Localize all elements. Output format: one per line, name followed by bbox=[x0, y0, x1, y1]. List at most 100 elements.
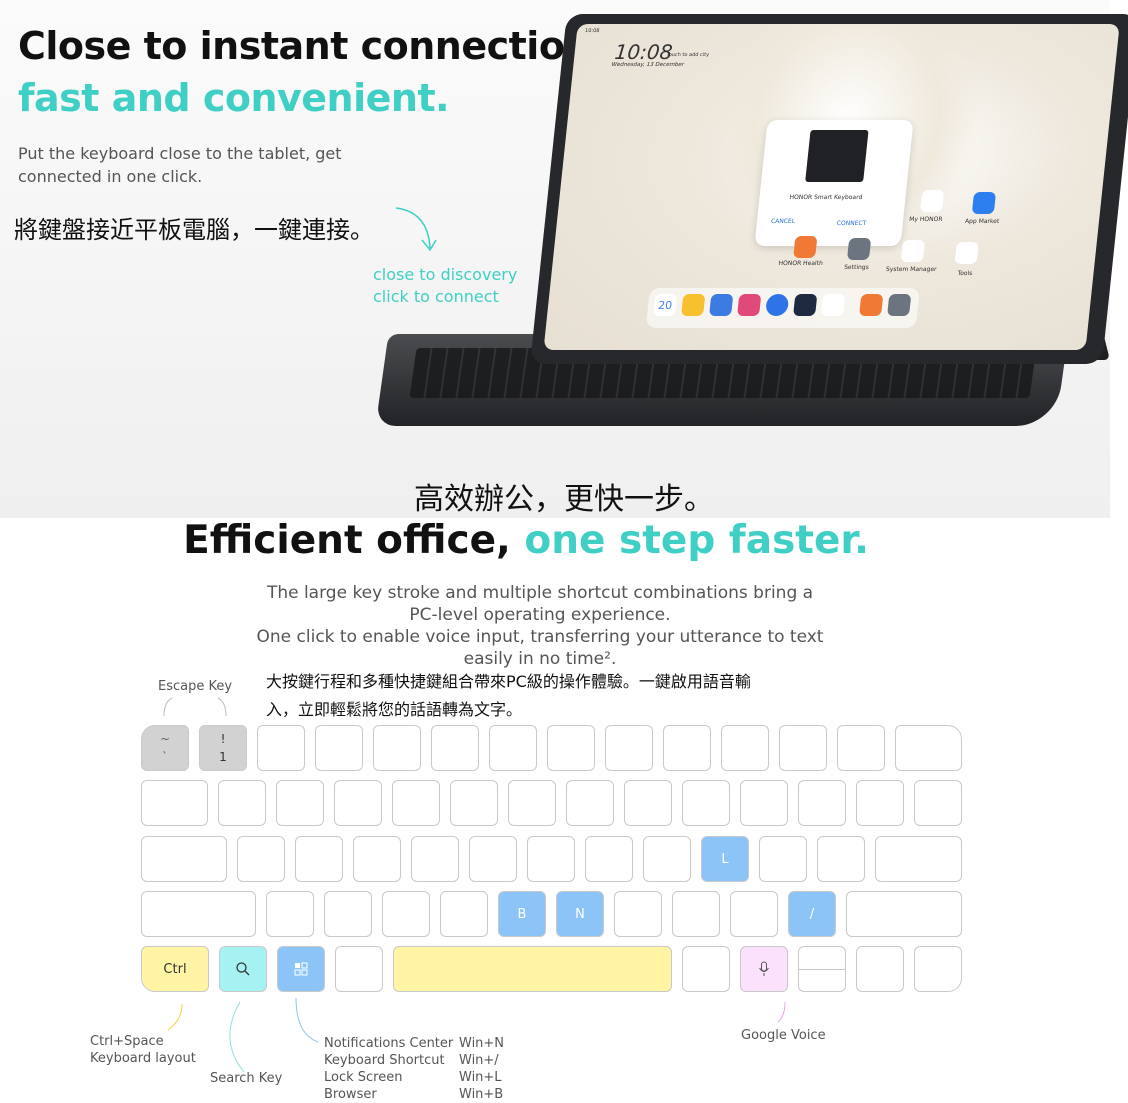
b-key[interactable]: B bbox=[498, 891, 546, 937]
settings-dock-icon[interactable] bbox=[887, 294, 912, 316]
key[interactable] bbox=[141, 780, 208, 826]
keyboard-thumbnail bbox=[805, 130, 869, 182]
key[interactable] bbox=[431, 725, 479, 771]
key[interactable] bbox=[295, 836, 343, 882]
ctrl-key[interactable]: Ctrl bbox=[141, 946, 209, 992]
key[interactable] bbox=[614, 891, 662, 937]
settings-icon[interactable] bbox=[846, 238, 872, 260]
key[interactable] bbox=[624, 780, 672, 826]
office-zh-title: 高效辦公，更快一步。 bbox=[414, 482, 714, 517]
tablet-image: 10:08 10:08 Touch to add city Wednesday,… bbox=[530, 14, 1128, 364]
connect-button[interactable]: CONNECT bbox=[836, 220, 866, 227]
key[interactable] bbox=[141, 891, 256, 937]
key[interactable] bbox=[846, 891, 962, 937]
key[interactable] bbox=[141, 836, 227, 882]
my-honor-app-icon[interactable] bbox=[919, 190, 945, 212]
key[interactable] bbox=[837, 725, 885, 771]
key[interactable] bbox=[643, 836, 691, 882]
key[interactable] bbox=[585, 836, 633, 882]
key[interactable] bbox=[798, 780, 846, 826]
key[interactable] bbox=[266, 891, 314, 937]
key[interactable] bbox=[914, 946, 962, 992]
cancel-button[interactable]: CANCEL bbox=[771, 218, 796, 225]
space-key[interactable] bbox=[393, 946, 672, 992]
key[interactable] bbox=[730, 891, 778, 937]
key[interactable] bbox=[276, 780, 324, 826]
escape-key-label: Escape Key bbox=[158, 679, 233, 694]
key[interactable] bbox=[672, 891, 720, 937]
connect-dialog: HONOR Smart Keyboard CANCEL CONNECT bbox=[754, 120, 914, 246]
key[interactable] bbox=[682, 780, 730, 826]
key[interactable] bbox=[450, 780, 498, 826]
key[interactable] bbox=[895, 725, 962, 771]
ctrl-annotation: Ctrl+Space Keyboard layout bbox=[90, 1033, 196, 1067]
shortcut-name: Lock Screen bbox=[324, 1070, 403, 1085]
dock: 20 bbox=[645, 288, 920, 328]
key[interactable] bbox=[440, 891, 488, 937]
date: Wednesday, 13 December bbox=[611, 62, 685, 68]
key[interactable] bbox=[547, 725, 595, 771]
key[interactable] bbox=[335, 946, 383, 992]
windows-key[interactable] bbox=[277, 946, 325, 992]
key[interactable] bbox=[382, 891, 430, 937]
key[interactable] bbox=[469, 836, 517, 882]
key[interactable] bbox=[489, 725, 537, 771]
office-desc-line: The large key stroke and multiple shortc… bbox=[266, 583, 814, 603]
key[interactable] bbox=[566, 780, 614, 826]
key[interactable] bbox=[914, 780, 962, 826]
n-key[interactable]: N bbox=[556, 891, 604, 937]
tilde-key[interactable]: ~ ` bbox=[141, 725, 189, 771]
key[interactable] bbox=[759, 836, 807, 882]
one-key[interactable]: ! 1 bbox=[199, 725, 247, 771]
slash-key[interactable]: / bbox=[788, 891, 836, 937]
notes-icon[interactable] bbox=[681, 294, 706, 316]
hero-zh-desc: 將鍵盤接近平板電腦，一鍵連接。 bbox=[14, 216, 374, 244]
google-voice-key[interactable] bbox=[740, 946, 788, 992]
calendar-icon[interactable]: 20 bbox=[653, 294, 678, 316]
key[interactable] bbox=[779, 725, 827, 771]
tablet-screen: 10:08 10:08 Touch to add city Wednesday,… bbox=[543, 24, 1120, 350]
key[interactable] bbox=[856, 946, 904, 992]
shortcut-combo: Win+B bbox=[459, 1087, 504, 1102]
system-manager-icon[interactable] bbox=[900, 240, 926, 262]
key-legend: / bbox=[809, 906, 815, 922]
key[interactable] bbox=[817, 836, 865, 882]
arrow-keys[interactable] bbox=[798, 946, 846, 992]
browser-icon[interactable] bbox=[765, 294, 790, 316]
key[interactable] bbox=[527, 836, 575, 882]
key[interactable] bbox=[315, 725, 363, 771]
key[interactable] bbox=[334, 780, 382, 826]
health-dock-icon[interactable] bbox=[859, 294, 884, 316]
app-label: Settings bbox=[843, 264, 870, 271]
key[interactable] bbox=[682, 946, 730, 992]
key[interactable] bbox=[721, 725, 769, 771]
key[interactable] bbox=[373, 725, 421, 771]
camera-icon[interactable] bbox=[793, 294, 818, 316]
shortcut-name: Notifications Center bbox=[324, 1036, 454, 1051]
mail-icon[interactable] bbox=[709, 294, 734, 316]
key[interactable] bbox=[237, 836, 285, 882]
key[interactable] bbox=[257, 725, 305, 771]
app-market-icon[interactable] bbox=[971, 192, 997, 214]
key[interactable] bbox=[508, 780, 556, 826]
l-key[interactable]: L bbox=[701, 836, 749, 882]
themes-icon[interactable] bbox=[737, 294, 762, 316]
key[interactable] bbox=[353, 836, 401, 882]
tools-icon[interactable] bbox=[954, 242, 979, 264]
honor-health-icon[interactable] bbox=[793, 236, 818, 258]
search-key[interactable] bbox=[219, 946, 267, 992]
key[interactable] bbox=[856, 780, 904, 826]
key[interactable] bbox=[218, 780, 266, 826]
hero-desc: Put the keyboard close to the tablet, ge… bbox=[18, 142, 342, 188]
key[interactable] bbox=[663, 725, 711, 771]
key[interactable] bbox=[411, 836, 459, 882]
key[interactable] bbox=[605, 725, 653, 771]
ctrl-leader-line bbox=[167, 1003, 183, 1031]
key[interactable] bbox=[740, 780, 788, 826]
touch-hint: Touch to add city bbox=[666, 52, 710, 58]
key[interactable] bbox=[392, 780, 440, 826]
key[interactable] bbox=[324, 891, 372, 937]
office-title: Efficient office, one step faster. bbox=[0, 518, 1052, 563]
gallery-icon[interactable] bbox=[821, 294, 846, 316]
key[interactable] bbox=[875, 836, 962, 882]
